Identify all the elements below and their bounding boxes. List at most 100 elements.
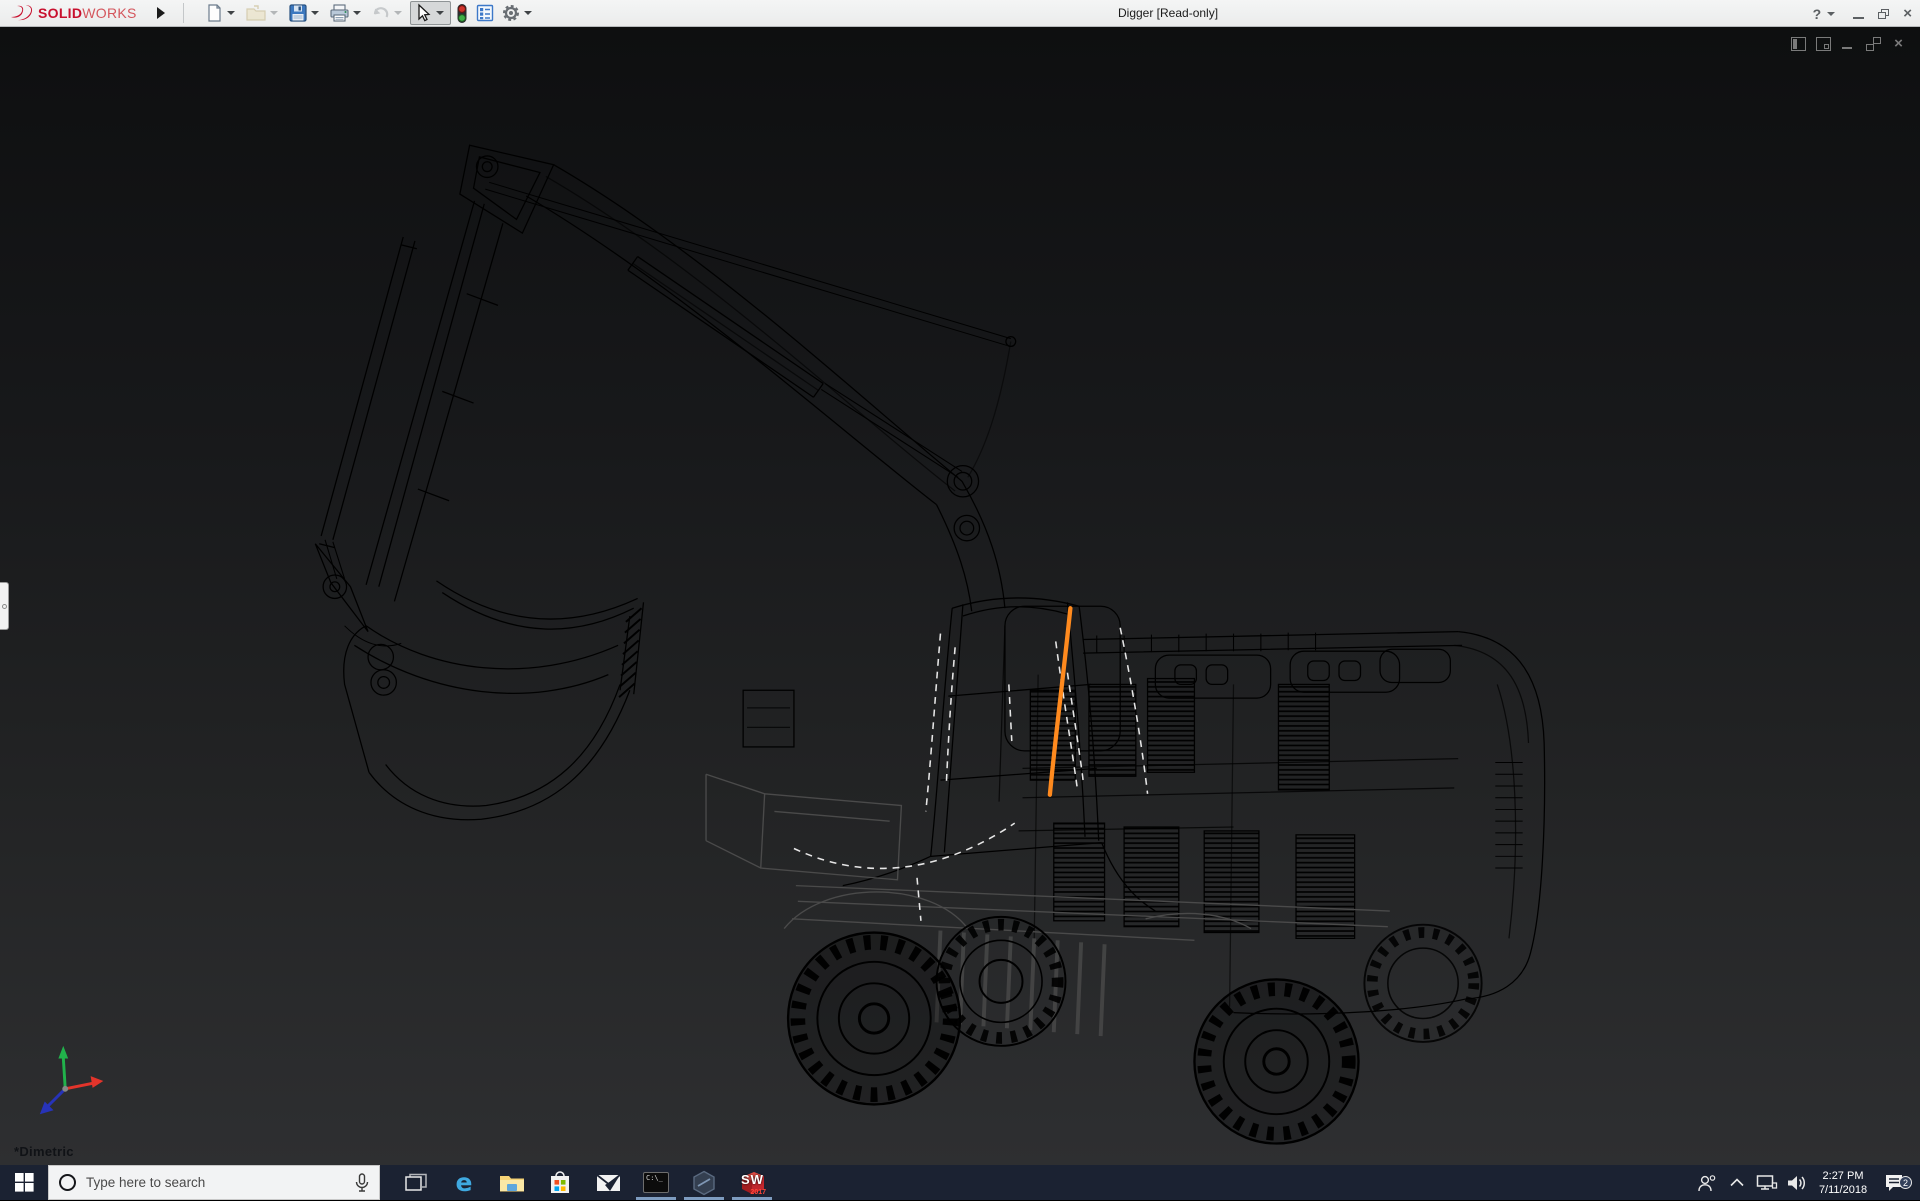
wireframe-canvas[interactable] — [0, 27, 1920, 1165]
dropdown-arrow-icon[interactable] — [394, 11, 402, 15]
wheels[interactable] — [788, 917, 1482, 1144]
tray-date: 7/11/2018 — [1812, 1184, 1874, 1198]
select-cursor-icon — [413, 3, 433, 23]
taskbar-command-prompt[interactable]: C:\_ — [632, 1165, 680, 1200]
taskbar-mail[interactable] — [584, 1165, 632, 1200]
solidworks-logo: SOLIDWORKS — [0, 0, 147, 26]
brand-solid: SOLID — [38, 5, 82, 21]
doc-close-button[interactable]: × — [1891, 37, 1906, 51]
wheel-rear-right — [1364, 925, 1481, 1042]
collapsed-panel-tab[interactable] — [0, 582, 9, 630]
taskbar-file-explorer[interactable] — [488, 1165, 536, 1200]
show-pane-left-button[interactable] — [1791, 37, 1806, 51]
undo-button[interactable] — [369, 1, 408, 25]
panel-tab-icon — [2, 604, 7, 609]
print-button[interactable] — [327, 1, 367, 25]
save-floppy-icon — [288, 3, 308, 23]
vent-hatch-blocks — [1030, 679, 1354, 939]
restore-button[interactable] — [1878, 9, 1889, 19]
new-document-icon — [204, 3, 224, 23]
rebuild-button[interactable] — [453, 1, 471, 25]
mail-icon — [596, 1174, 621, 1192]
people-icon — [1697, 1174, 1717, 1192]
gear-icon — [501, 3, 521, 23]
3ds-swoosh-icon — [8, 4, 34, 22]
sw-letters: SW — [741, 1172, 764, 1187]
taskbar-solidworks[interactable]: SW 2017 — [728, 1165, 776, 1200]
cortana-icon — [59, 1174, 76, 1191]
dropdown-arrow-icon[interactable] — [227, 11, 235, 15]
taskbar-search[interactable] — [48, 1165, 380, 1200]
hexagon-app-icon — [691, 1170, 717, 1196]
document-window-controls: × — [1791, 37, 1906, 51]
window-controls: ? × — [1813, 0, 1912, 27]
show-pane-right-button[interactable] — [1816, 37, 1831, 51]
taskbar-3d-viewer[interactable] — [680, 1165, 728, 1200]
wheel-front-right — [1194, 979, 1358, 1143]
volume-button[interactable] — [1782, 1174, 1812, 1192]
taskbar-store[interactable] — [536, 1165, 584, 1200]
pane-icon — [1824, 44, 1829, 49]
open-folder-icon — [245, 3, 267, 23]
display-list-icon — [475, 3, 495, 23]
restore-icon — [1873, 37, 1881, 44]
title-bar: SOLIDWORKS — [0, 0, 1920, 27]
close-button[interactable]: × — [1903, 6, 1912, 21]
dropdown-arrow-icon[interactable] — [436, 11, 444, 15]
file-explorer-icon — [499, 1172, 525, 1193]
pane-icon — [1793, 39, 1797, 49]
speaker-icon — [1787, 1174, 1807, 1192]
help-button[interactable]: ? — [1813, 6, 1840, 22]
taskbar: e C:\_ — [0, 1165, 1920, 1200]
new-document-button[interactable] — [202, 1, 241, 25]
traffic-light-icon — [455, 3, 469, 24]
graphics-viewport[interactable]: × *Dimetric — [0, 27, 1920, 1165]
window-title: Digger [Read-only] — [1118, 6, 1218, 20]
orientation-triad — [40, 1046, 103, 1114]
tray-time: 2:27 PM — [1812, 1170, 1874, 1184]
minimize-icon — [1842, 47, 1852, 49]
command-prompt-icon: C:\_ — [643, 1172, 669, 1193]
system-tray: 2:27 PM 7/11/2018 2 — [1692, 1165, 1920, 1200]
save-button[interactable] — [286, 1, 325, 25]
doc-minimize-button[interactable] — [1841, 37, 1856, 51]
restore-icon — [1866, 44, 1874, 51]
open-button[interactable] — [243, 1, 284, 25]
undo-icon — [371, 3, 391, 23]
tray-overflow-button[interactable] — [1722, 1178, 1752, 1187]
toolbar-flyout-button[interactable] — [151, 3, 171, 23]
taskbar-apps: e C:\_ — [392, 1165, 776, 1200]
action-center-button[interactable]: 2 — [1874, 1173, 1914, 1192]
restore-icon — [1878, 12, 1886, 19]
toolbar-separator — [183, 3, 184, 23]
chevron-up-icon — [1730, 1178, 1744, 1187]
microphone-icon[interactable] — [355, 1173, 369, 1193]
dropdown-arrow-icon[interactable] — [311, 11, 319, 15]
options-button[interactable] — [499, 1, 538, 25]
windows-logo-icon — [15, 1173, 34, 1192]
minimize-button[interactable] — [1853, 17, 1864, 19]
print-icon — [329, 3, 350, 23]
search-input[interactable] — [86, 1175, 345, 1190]
select-button[interactable] — [410, 1, 451, 25]
dropdown-arrow-icon[interactable] — [524, 11, 532, 15]
dropdown-arrow-icon[interactable] — [270, 11, 278, 15]
help-label: ? — [1813, 6, 1822, 22]
taskbar-clock[interactable]: 2:27 PM 7/11/2018 — [1812, 1168, 1874, 1198]
standard-toolbar — [202, 1, 538, 25]
dropdown-arrow-icon[interactable] — [1827, 12, 1835, 16]
display-settings-button[interactable] — [473, 1, 497, 25]
start-button[interactable] — [0, 1165, 48, 1200]
brand-works: WORKS — [82, 5, 136, 21]
network-button[interactable] — [1752, 1174, 1782, 1192]
doc-restore-button[interactable] — [1866, 37, 1881, 51]
dropdown-arrow-icon[interactable] — [353, 11, 361, 15]
solidworks-2017-icon: SW 2017 — [738, 1170, 766, 1196]
excavator-wireframe[interactable] — [315, 145, 1544, 1014]
edge-icon: e — [456, 1168, 473, 1197]
task-view-icon — [405, 1173, 427, 1193]
taskbar-edge[interactable]: e — [440, 1165, 488, 1200]
task-view-button[interactable] — [392, 1165, 440, 1200]
people-button[interactable] — [1692, 1174, 1722, 1192]
notification-badge: 2 — [1899, 1176, 1912, 1189]
